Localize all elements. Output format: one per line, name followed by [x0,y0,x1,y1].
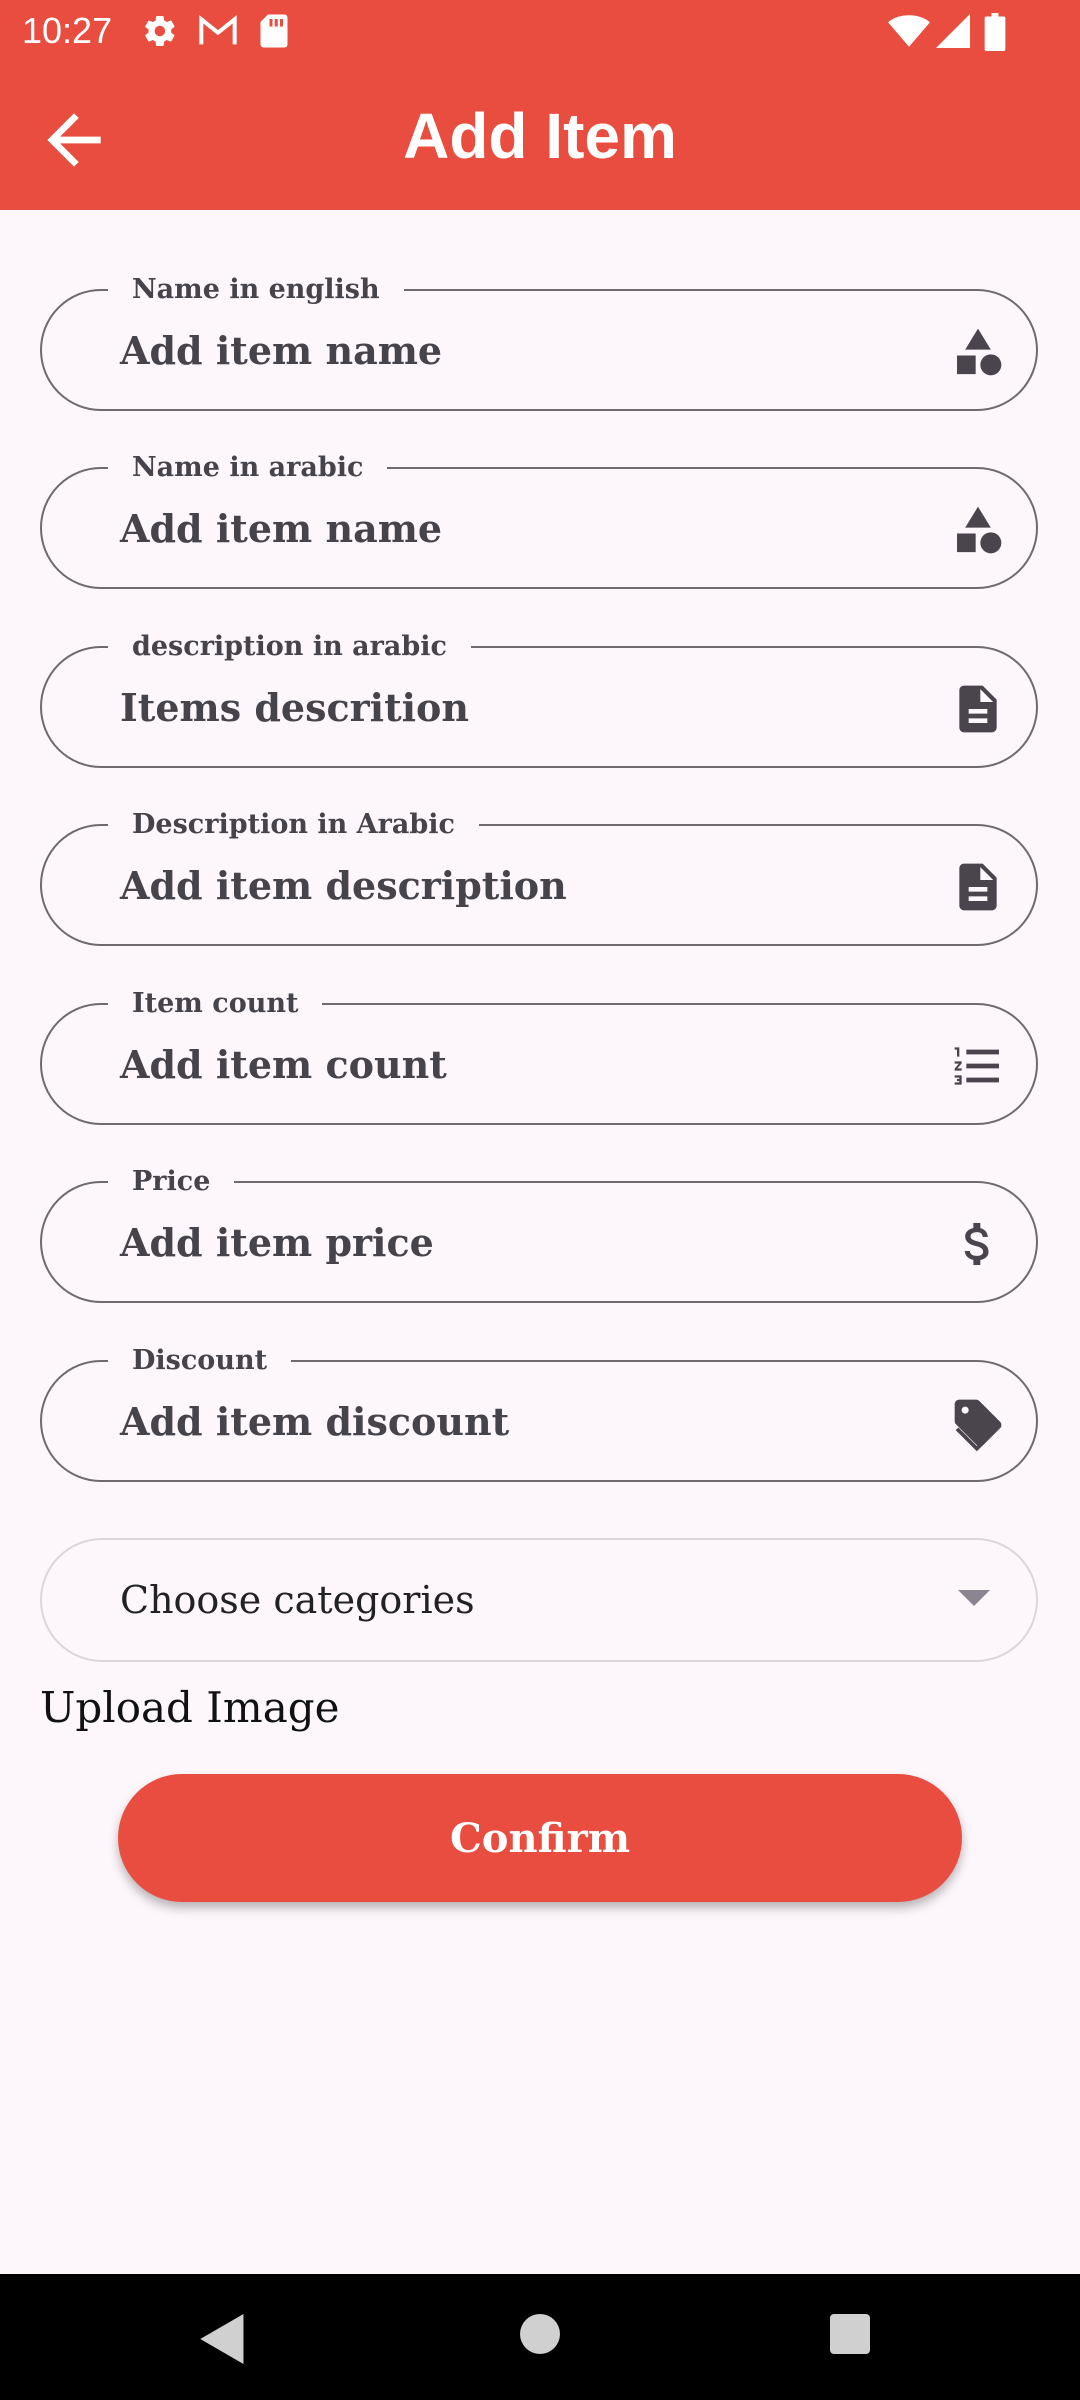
confirm-button[interactable]: Confirm [118,1774,962,1902]
description-arabic-field[interactable]: description in arabic Items descrition [40,630,1038,768]
document-icon [959,863,997,911]
nav-back-icon[interactable] [200,2314,246,2364]
field-label: description in arabic [108,630,471,664]
settings-icon [145,15,175,47]
field-label: Name in english [108,273,404,307]
category-select-value: Choose categories [120,1578,475,1622]
field-input[interactable]: Add item price [120,1213,434,1273]
status-bar: 10:27 [0,0,1080,62]
gmail-icon [199,15,237,45]
nav-home-icon[interactable] [520,2314,560,2354]
tag-icon [954,1399,1002,1451]
field-label: Description in Arabic [108,808,479,842]
app-bar: Add Item [0,62,1080,210]
upload-image-link[interactable]: Upload Image [40,1680,339,1736]
description-arabic-field-2[interactable]: Description in Arabic Add item descripti… [40,808,1038,946]
dollar-icon [964,1223,989,1265]
field-input[interactable]: Add item description [120,856,567,916]
discount-field[interactable]: Discount Add item discount [40,1344,1038,1482]
field-input[interactable]: Add item discount [120,1392,509,1452]
field-input[interactable]: Add item count [120,1035,447,1095]
name-arabic-field[interactable]: Name in arabic Add item name [40,451,1038,589]
battery-icon [984,13,1006,51]
field-label: Price [108,1165,235,1199]
field-label: Item count [108,987,323,1021]
cellular-signal-icon [936,14,970,48]
dropdown-arrow-icon [958,1590,990,1606]
category-shapes-icon [957,506,1002,554]
field-label: Discount [108,1344,292,1378]
wifi-icon [888,15,930,47]
status-time: 10:27 [22,10,113,51]
name-english-field[interactable]: Name in english Add item name [40,273,1038,411]
field-input[interactable]: Items descrition [120,678,469,738]
page-title: Add Item [403,100,677,172]
item-count-field[interactable]: Item count Add item count [40,987,1038,1125]
price-field[interactable]: Price Add item price [40,1165,1038,1303]
field-input[interactable]: Add item name [120,321,442,381]
field-input[interactable]: Add item name [120,499,442,559]
system-nav-bar [0,2274,1080,2400]
document-icon [959,685,997,733]
nav-recents-icon[interactable] [830,2314,870,2354]
sd-card-icon [260,14,288,48]
category-shapes-icon [957,328,1002,376]
category-select[interactable]: Choose categories [40,1538,1038,1662]
numbered-list-icon [954,1047,999,1085]
field-label: Name in arabic [108,451,388,485]
